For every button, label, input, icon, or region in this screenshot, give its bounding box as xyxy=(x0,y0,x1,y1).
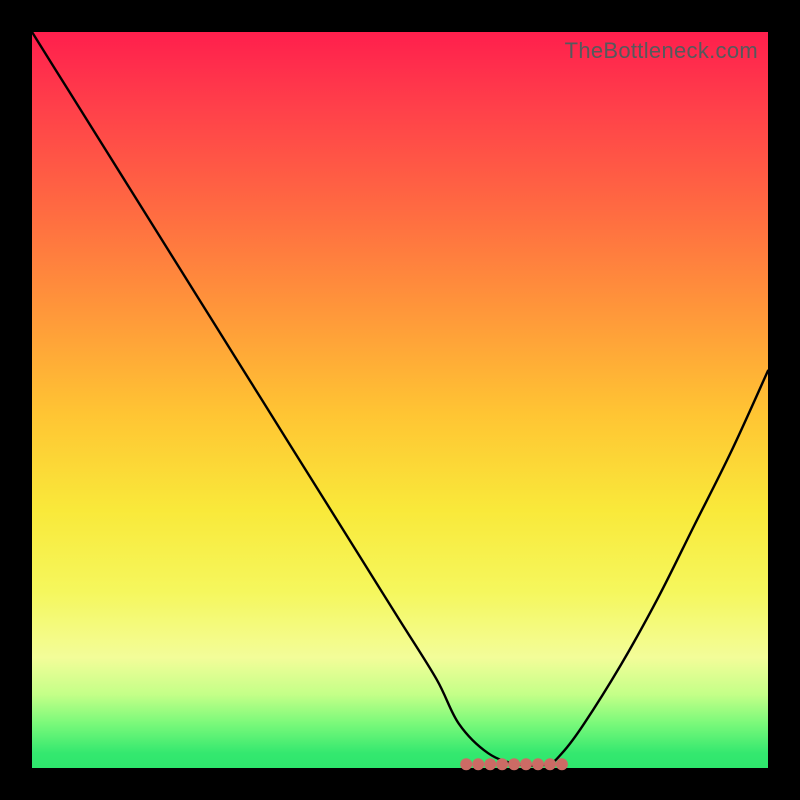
chart-svg xyxy=(32,32,768,768)
highlight-dot xyxy=(472,758,484,770)
highlight-dot xyxy=(520,758,532,770)
bottleneck-curve xyxy=(32,32,768,766)
highlight-marker xyxy=(460,758,568,770)
highlight-dot xyxy=(484,758,496,770)
highlight-dot xyxy=(460,758,472,770)
highlight-dot xyxy=(496,758,508,770)
plot-area: TheBottleneck.com xyxy=(32,32,768,768)
highlight-dot xyxy=(532,758,544,770)
chart-frame: TheBottleneck.com xyxy=(0,0,800,800)
highlight-dot xyxy=(508,758,520,770)
highlight-dot xyxy=(556,758,568,770)
highlight-dot xyxy=(544,758,556,770)
